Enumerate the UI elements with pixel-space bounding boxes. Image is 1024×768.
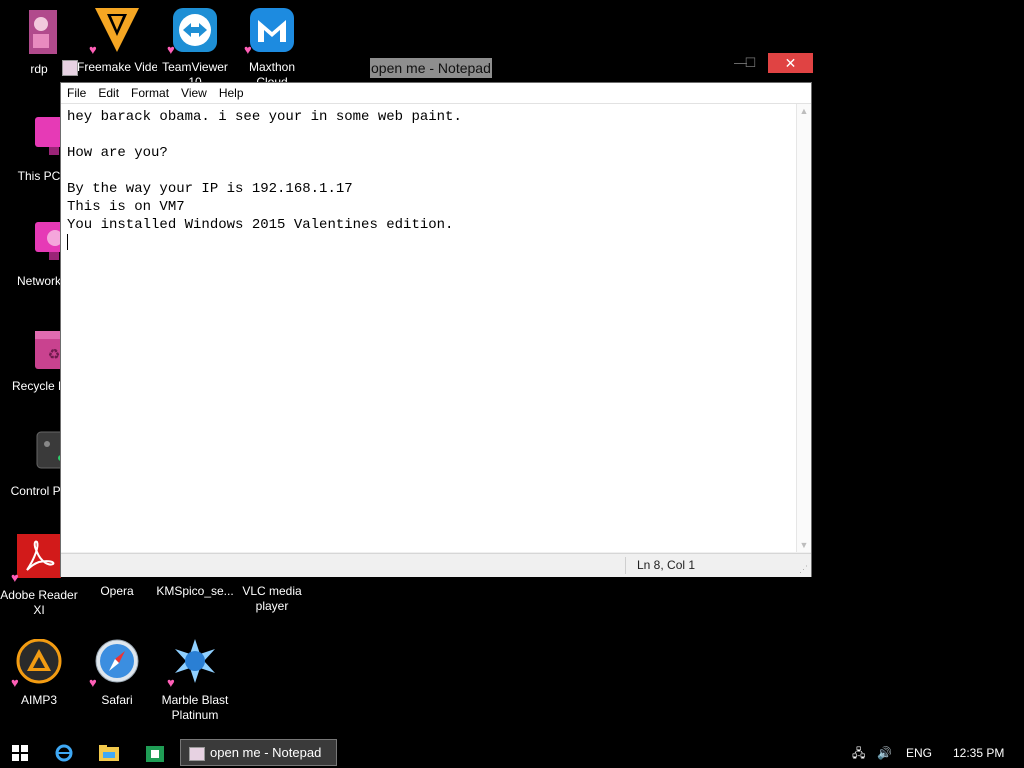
internet-explorer-icon [55,744,73,762]
teamviewer-icon: ♥ [167,6,219,56]
heart-overlay-icon: ♥ [89,42,97,57]
language-indicator[interactable]: ENG [906,738,932,768]
desktop-icon-kmspico[interactable]: KMSpico_se... [155,584,235,599]
close-button[interactable]: ✕ [768,53,813,73]
menu-file[interactable]: File [61,83,92,103]
marble-blast-icon: ♥ [167,639,219,689]
menu-edit[interactable]: Edit [92,83,125,103]
adobe-reader-icon: ♥ [11,534,63,584]
desktop-icon-label: Adobe Reader XI [0,588,78,617]
desktop-icon-aimp[interactable]: ♥ AIMP3 [0,638,79,708]
maximize-button[interactable]: ☐ [733,53,768,73]
control-panel-icon [15,430,72,478]
aimp-icon: ♥ [11,638,63,689]
desktop-icon-teamviewer[interactable]: ♥ TeamViewer 10 [155,6,235,90]
taskbar-file-explorer[interactable] [97,738,121,768]
desktop-icon-label: VLC media player [242,584,302,613]
desktop-icon-vlc[interactable]: VLC media player [232,584,312,614]
menu-view[interactable]: View [175,83,213,103]
freemake-icon: ♥ [89,6,141,56]
recycle-bin-icon: ♻ [15,325,73,373]
folder-icon [99,745,119,761]
desktop-icon-safari[interactable]: ♥ Safari [77,639,157,708]
desktop-icon-label: Opera [100,584,134,598]
heart-overlay-icon: ♥ [89,675,97,690]
desktop-icon-label: KMSpico_se... [156,584,234,598]
desktop-icon-label: Marble Blast Platinum [161,693,229,722]
taskbar-notepad-button[interactable]: open me - Notepad [180,739,337,766]
desktop-icon-marble-blast[interactable]: ♥ Marble Blast Platinum [155,639,235,723]
taskbar: open me - Notepad 🖧 🔊 ENG 12:35 PM [0,738,1024,768]
maxthon-icon: ♥ [244,6,296,56]
safari-icon: ♥ [89,639,141,689]
windows-logo-icon [12,745,28,761]
scroll-down-icon[interactable]: ▼ [797,540,811,550]
heart-overlay-icon: ♥ [11,570,19,585]
text-editor-area[interactable]: hey barack obama. i see your in some web… [61,104,797,552]
computer-icon [15,115,73,163]
network-status-icon[interactable]: 🖧 [852,738,865,768]
heart-overlay-icon: ♥ [167,42,175,57]
svg-text:♻: ♻ [48,346,61,362]
store-icon [146,746,164,762]
menu-format[interactable]: Format [125,83,175,103]
volume-icon[interactable]: 🔊 [877,738,892,768]
scroll-up-icon[interactable]: ▲ [797,106,811,116]
notepad-window: File Edit Format View Help hey barack obama.… [60,82,812,577]
heart-overlay-icon: ♥ [167,675,175,690]
taskbar-store[interactable] [143,738,167,768]
taskbar-notepad-label: open me - Notepad [210,745,322,760]
vertical-scrollbar[interactable]: ▲ ▼ [796,104,811,552]
notepad-taskbar-icon [189,746,205,761]
menu-bar: File Edit Format View Help [61,83,811,104]
cursor-position: Ln 8, Col 1 [637,558,696,572]
desktop-icon-label: Freemake Video C... [77,60,157,74]
notepad-app-icon [62,60,78,76]
network-icon [15,220,73,268]
desktop-icon-opera[interactable]: Opera [77,584,157,599]
desktop-icon-label: Safari [101,693,133,707]
desktop-icon-maxthon[interactable]: ♥ Maxthon Cloud [232,6,312,90]
menu-help[interactable]: Help [213,83,250,103]
resize-grip-icon[interactable]: ⋰ [799,564,808,575]
start-button[interactable] [8,738,32,768]
window-title: open me - Notepad [370,58,492,78]
status-bar: Ln 8, Col 1 ⋰ [61,553,811,577]
desktop-icon-label: AIMP3 [20,693,57,707]
clock[interactable]: 12:35 PM [953,738,1004,768]
text-caret [67,234,68,251]
heart-overlay-icon: ♥ [11,675,19,690]
desktop-icon-freemake[interactable]: ♥ Freemake Video C... [77,6,157,75]
rdp-icon [15,8,63,56]
taskbar-internet-explorer[interactable] [52,738,76,768]
status-divider [625,557,626,574]
heart-overlay-icon: ♥ [244,42,252,57]
editor-text: hey barack obama. i see your in some web… [67,109,462,233]
